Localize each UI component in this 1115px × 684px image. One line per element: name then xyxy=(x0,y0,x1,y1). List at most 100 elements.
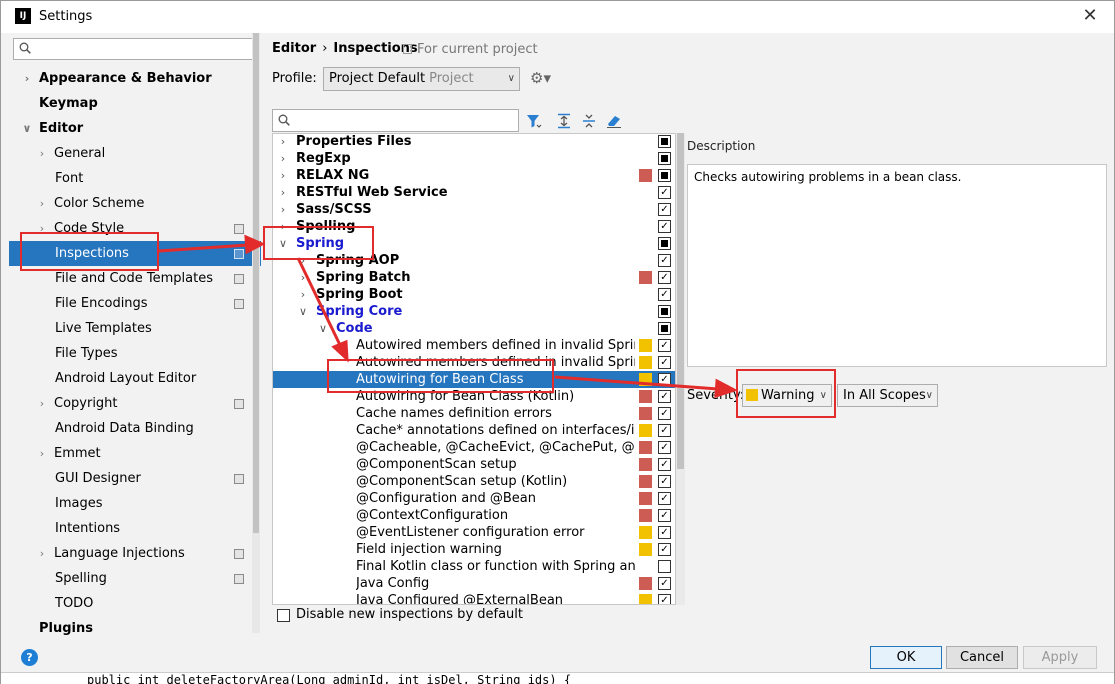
inspection-group-row[interactable]: › Spring Batch ✓ xyxy=(273,269,675,286)
inspection-row[interactable]: @ContextConfiguration ✓ xyxy=(273,507,675,524)
sidebar-item-file-encodings[interactable]: File Encodings xyxy=(9,291,261,316)
chevron-right-icon[interactable]: › xyxy=(278,167,288,184)
sidebar-item-editor[interactable]: ∨ Editor xyxy=(9,116,261,141)
inspection-row[interactable]: @Configuration and @Bean ✓ xyxy=(273,490,675,507)
sidebar-item-todo[interactable]: TODO xyxy=(9,591,261,616)
inspection-row[interactable]: @ComponentScan setup (Kotlin) ✓ xyxy=(273,473,675,490)
inspection-enabled-checkbox[interactable] xyxy=(658,560,671,573)
inspections-search-input[interactable] xyxy=(272,109,519,132)
settings-search-input[interactable] xyxy=(13,38,258,60)
sidebar-item-emmet[interactable]: › Emmet xyxy=(9,441,261,466)
inspection-group-row[interactable]: › RegExp xyxy=(273,150,675,167)
sidebar-item-gui-designer[interactable]: GUI Designer xyxy=(9,466,261,491)
sidebar-item-images[interactable]: Images xyxy=(9,491,261,516)
inspection-enabled-checkbox[interactable]: ✓ xyxy=(658,509,671,522)
inspection-group-row[interactable]: › RELAX NG xyxy=(273,167,675,184)
chevron-right-icon[interactable]: › xyxy=(37,141,47,166)
inspection-enabled-checkbox[interactable]: ✓ xyxy=(658,458,671,471)
sidebar-item-spelling[interactable]: Spelling xyxy=(9,566,261,591)
inspection-group-row[interactable]: › Properties Files xyxy=(273,134,675,150)
sidebar-item-android-data-binding[interactable]: Android Data Binding xyxy=(9,416,261,441)
inspection-row[interactable]: Cache names definition errors ✓ xyxy=(273,405,675,422)
chevron-right-icon[interactable]: › xyxy=(37,441,47,466)
chevron-right-icon[interactable]: › xyxy=(37,541,47,566)
inspection-row[interactable]: @EventListener configuration error ✓ xyxy=(273,524,675,541)
inspection-group-row[interactable]: ∨ Code xyxy=(273,320,675,337)
inspection-enabled-checkbox[interactable] xyxy=(658,135,671,148)
sidebar-scrollbar[interactable] xyxy=(252,33,260,633)
close-button[interactable]: ✕ xyxy=(1080,6,1100,26)
expand-all-icon[interactable] xyxy=(556,113,572,129)
inspection-enabled-checkbox[interactable]: ✓ xyxy=(658,373,671,386)
reset-eraser-icon[interactable] xyxy=(606,113,622,129)
chevron-down-icon[interactable]: ∨ xyxy=(318,320,328,337)
sidebar-item-intentions[interactable]: Intentions xyxy=(9,516,261,541)
inspection-row[interactable]: Java Config ✓ xyxy=(273,575,675,592)
inspection-enabled-checkbox[interactable] xyxy=(658,305,671,318)
inspection-row[interactable]: Final Kotlin class or function with Spri… xyxy=(273,558,675,575)
chevron-right-icon[interactable]: › xyxy=(22,66,32,91)
apply-button[interactable]: Apply xyxy=(1023,646,1097,669)
inspection-enabled-checkbox[interactable]: ✓ xyxy=(658,356,671,369)
inspection-enabled-checkbox[interactable]: ✓ xyxy=(658,526,671,539)
inspections-scrollbar-thumb[interactable] xyxy=(677,133,684,469)
chevron-right-icon[interactable]: › xyxy=(278,150,288,167)
chevron-right-icon[interactable]: › xyxy=(37,391,47,416)
inspection-row[interactable]: @ComponentScan setup ✓ xyxy=(273,456,675,473)
inspections-scrollbar[interactable] xyxy=(676,133,685,605)
filter-icon[interactable] xyxy=(526,113,542,129)
inspection-enabled-checkbox[interactable]: ✓ xyxy=(658,203,671,216)
inspection-enabled-checkbox[interactable]: ✓ xyxy=(658,492,671,505)
inspection-enabled-checkbox[interactable]: ✓ xyxy=(658,577,671,590)
sidebar-item-language-injections[interactable]: › Language Injections xyxy=(9,541,261,566)
chevron-right-icon[interactable]: › xyxy=(298,286,308,303)
inspection-row[interactable]: @Cacheable, @CacheEvict, @CachePut, @Cac… xyxy=(273,439,675,456)
chevron-right-icon[interactable]: › xyxy=(278,201,288,218)
chevron-right-icon[interactable]: › xyxy=(278,134,288,150)
disable-new-inspections-checkbox[interactable] xyxy=(277,609,290,622)
inspection-enabled-checkbox[interactable] xyxy=(658,169,671,182)
cancel-button[interactable]: Cancel xyxy=(946,646,1018,669)
inspection-enabled-checkbox[interactable]: ✓ xyxy=(658,390,671,403)
inspection-enabled-checkbox[interactable]: ✓ xyxy=(658,594,671,604)
sidebar-item-font[interactable]: Font xyxy=(9,166,261,191)
sidebar-item-plugins[interactable]: Plugins xyxy=(9,616,261,641)
sidebar-item-keymap[interactable]: Keymap xyxy=(9,91,261,116)
inspection-group-row[interactable]: ∨ Spring Core xyxy=(273,303,675,320)
profile-dropdown[interactable]: Project Default Project ∨ xyxy=(323,67,520,91)
chevron-down-icon[interactable]: ∨ xyxy=(298,303,308,320)
inspection-group-row[interactable]: › RESTful Web Service ✓ xyxy=(273,184,675,201)
inspection-enabled-checkbox[interactable]: ✓ xyxy=(658,220,671,233)
sidebar-item-live-templates[interactable]: Live Templates xyxy=(9,316,261,341)
inspection-enabled-checkbox[interactable]: ✓ xyxy=(658,441,671,454)
sidebar-item-color-scheme[interactable]: › Color Scheme xyxy=(9,191,261,216)
sidebar-item-general[interactable]: › General xyxy=(9,141,261,166)
inspection-enabled-checkbox[interactable]: ✓ xyxy=(658,475,671,488)
chevron-right-icon[interactable]: › xyxy=(37,191,47,216)
help-icon[interactable]: ? xyxy=(21,649,38,666)
sidebar-item-appearance-behavior[interactable]: › Appearance & Behavior xyxy=(9,66,261,91)
inspection-enabled-checkbox[interactable] xyxy=(658,322,671,335)
chevron-right-icon[interactable]: › xyxy=(298,269,308,286)
inspection-enabled-checkbox[interactable]: ✓ xyxy=(658,254,671,267)
inspection-enabled-checkbox[interactable]: ✓ xyxy=(658,424,671,437)
sidebar-scrollbar-thumb[interactable] xyxy=(253,33,259,533)
sidebar-item-copyright[interactable]: › Copyright xyxy=(9,391,261,416)
inspection-group-row[interactable]: › Spring Boot ✓ xyxy=(273,286,675,303)
ok-button[interactable]: OK xyxy=(870,646,942,669)
gear-icon[interactable]: ⚙▾ xyxy=(530,69,551,87)
sidebar-item-android-layout-editor[interactable]: Android Layout Editor xyxy=(9,366,261,391)
inspection-row[interactable]: Field injection warning ✓ xyxy=(273,541,675,558)
chevron-right-icon[interactable]: › xyxy=(278,184,288,201)
scope-dropdown[interactable]: In All Scopes ∨ xyxy=(837,384,938,407)
inspection-enabled-checkbox[interactable]: ✓ xyxy=(658,186,671,199)
inspection-row[interactable]: Java Configured @ExternalBean ✓ xyxy=(273,592,675,604)
inspection-enabled-checkbox[interactable] xyxy=(658,152,671,165)
inspection-enabled-checkbox[interactable]: ✓ xyxy=(658,288,671,301)
inspection-group-row[interactable]: › Sass/SCSS ✓ xyxy=(273,201,675,218)
chevron-down-icon[interactable]: ∨ xyxy=(22,116,32,141)
inspection-row[interactable]: Cache* annotations defined on interfaces… xyxy=(273,422,675,439)
collapse-all-icon[interactable] xyxy=(581,113,597,129)
inspection-enabled-checkbox[interactable]: ✓ xyxy=(658,407,671,420)
inspection-enabled-checkbox[interactable]: ✓ xyxy=(658,271,671,284)
